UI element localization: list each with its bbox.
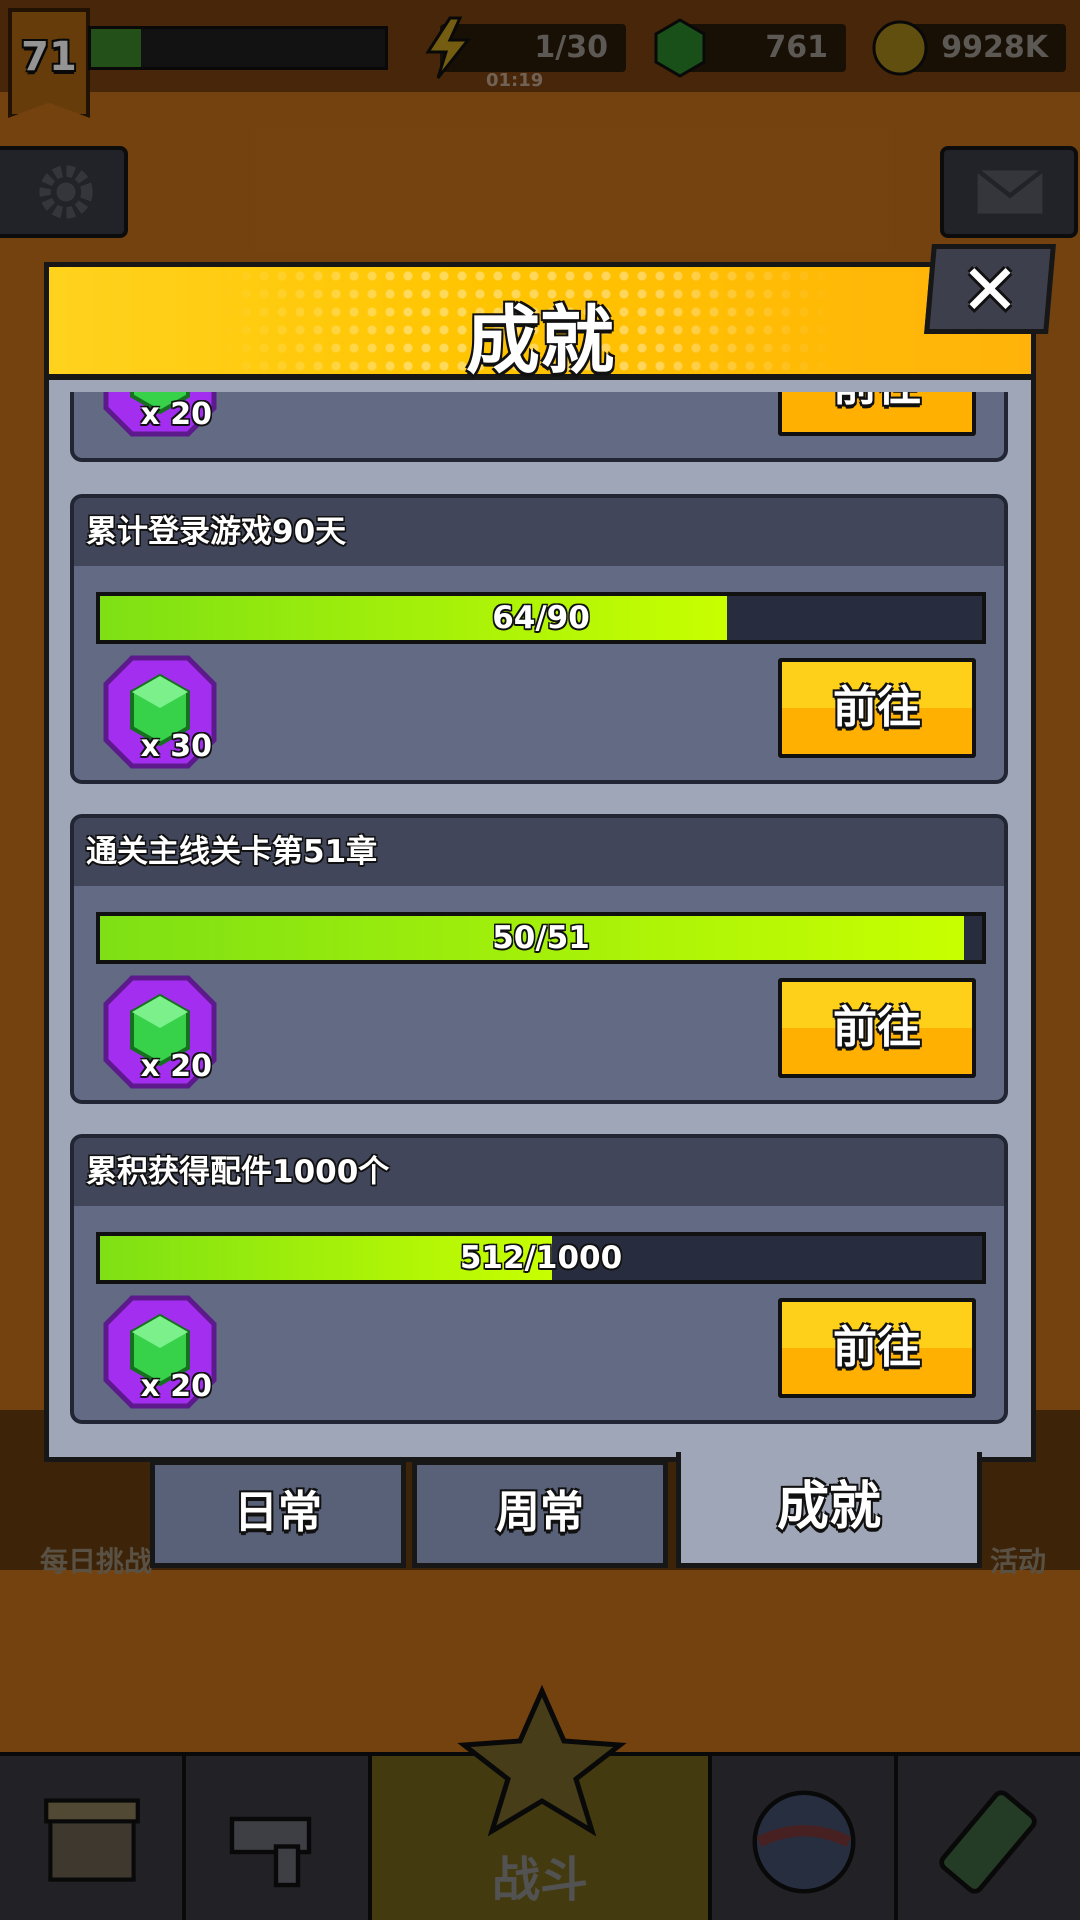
go-button-label: 前往 <box>782 392 972 432</box>
achievement-card: 累积获得配件1000个 512/1000 x 20 前往 <box>70 1134 1008 1424</box>
progress-text: 50/51 <box>492 920 590 956</box>
achievement-title-bar: 累计登录游戏90天 <box>74 498 1004 566</box>
reward-quantity: x 20 <box>140 1369 212 1404</box>
tab-label: 成就 <box>776 1477 881 1537</box>
progress-text: 512/1000 <box>459 1240 623 1276</box>
achievement-list[interactable]: x 20 前往 累计登录游戏90天 64/90 x 30 前往 通关主线 <box>70 392 1008 1432</box>
reward-item[interactable]: x 20 <box>102 974 218 1090</box>
go-button-label: 前往 <box>833 682 921 733</box>
progress-bar: 64/90 <box>96 592 986 644</box>
reward-quantity: x 20 <box>140 1049 212 1084</box>
reward-item[interactable]: x 30 <box>102 654 218 770</box>
reward-quantity: x 20 <box>140 397 212 432</box>
reward-quantity: x 30 <box>140 729 212 764</box>
tab-label: 日常 <box>234 1487 322 1538</box>
achievement-card: 通关主线关卡第51章 50/51 x 20 前往 <box>70 814 1008 1104</box>
progress-bar: 512/1000 <box>96 1232 986 1284</box>
progress-bar: 50/51 <box>96 912 986 964</box>
tab-weekly[interactable]: 周常 <box>412 1460 668 1568</box>
tab-achievements[interactable]: 成就 <box>676 1452 982 1568</box>
achievement-title: 累计登录游戏90天 <box>86 514 347 550</box>
modal-title: 成就 <box>466 298 614 384</box>
reward-item[interactable]: x 20 <box>102 392 218 438</box>
reward-item[interactable]: x 20 <box>102 1294 218 1410</box>
tab-label: 周常 <box>496 1487 584 1538</box>
achievement-title-bar: 通关主线关卡第51章 <box>74 818 1004 886</box>
close-button[interactable]: ✕ <box>924 244 1056 334</box>
go-button[interactable]: 前往 <box>778 1298 976 1398</box>
close-icon: ✕ <box>960 249 1020 331</box>
achievement-title: 累积获得配件1000个 <box>86 1154 390 1190</box>
go-button-label: 前往 <box>833 1002 921 1053</box>
achievement-title-bar: 累积获得配件1000个 <box>74 1138 1004 1206</box>
achievement-card: 累计登录游戏90天 64/90 x 30 前往 <box>70 494 1008 784</box>
tab-daily[interactable]: 日常 <box>150 1460 406 1568</box>
go-button-label: 前往 <box>833 1322 921 1373</box>
go-button[interactable]: 前往 <box>778 978 976 1078</box>
go-button[interactable]: 前往 <box>778 392 976 436</box>
progress-text: 64/90 <box>492 600 590 636</box>
modal-header: 成就 <box>44 262 1036 384</box>
go-button[interactable]: 前往 <box>778 658 976 758</box>
achievement-title: 通关主线关卡第51章 <box>86 834 378 870</box>
achievement-card: x 20 前往 <box>70 392 1008 462</box>
